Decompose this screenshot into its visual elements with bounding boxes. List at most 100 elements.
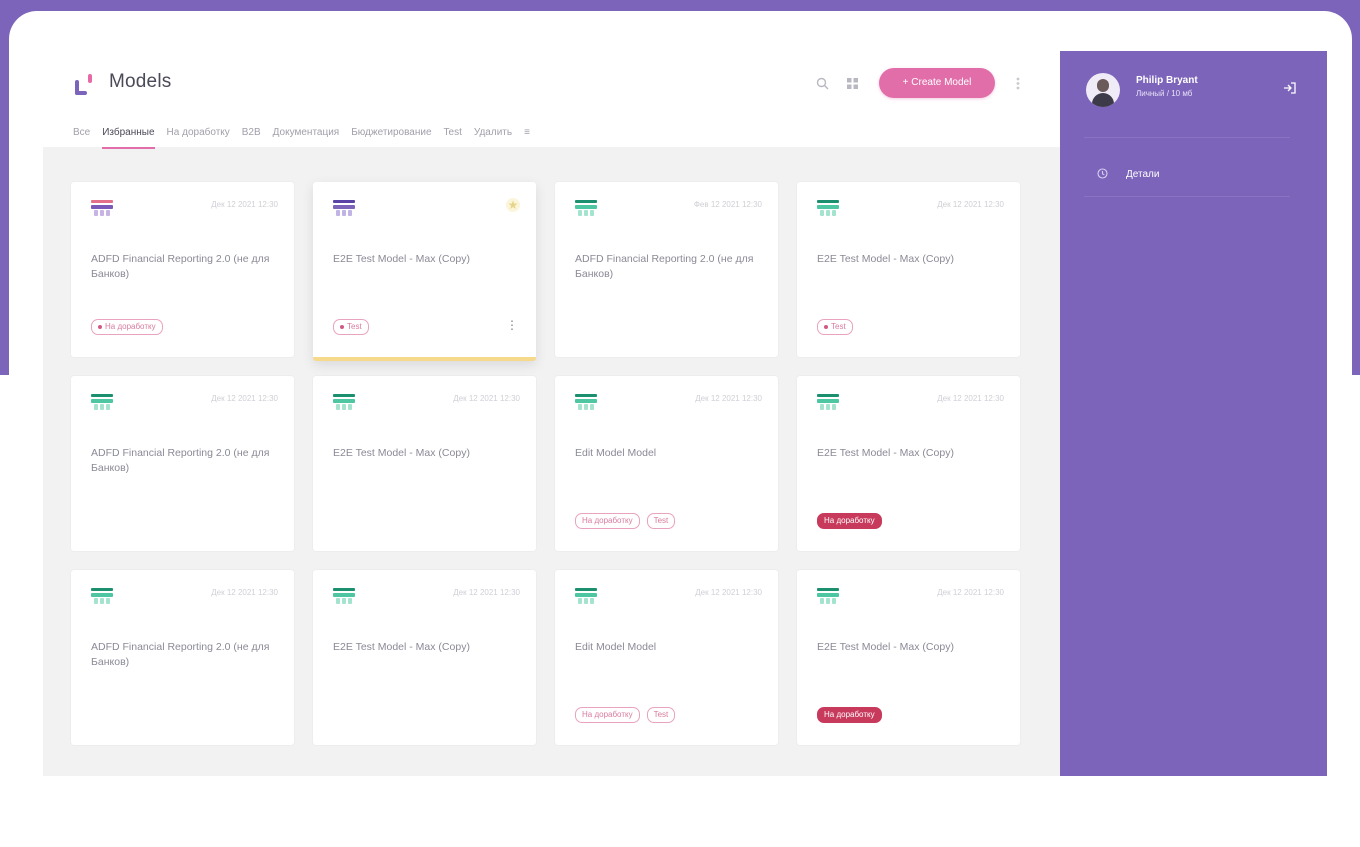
- card-date: Дек 12 2021 12:30: [453, 588, 520, 597]
- tag-badge[interactable]: Test: [817, 319, 853, 335]
- model-thumbnail-icon: [91, 588, 113, 604]
- model-card[interactable]: Дек 12 2021 12:30 ADFD Financial Reportin…: [71, 182, 294, 357]
- tag-label: На доработку: [824, 710, 875, 719]
- model-thumbnail-icon: [333, 588, 355, 604]
- card-title[interactable]: Edit Model Model: [575, 640, 760, 655]
- tab-docs[interactable]: Документация: [273, 123, 340, 143]
- card-date: Дек 12 2021 12:30: [695, 394, 762, 403]
- sidebar-item-label: Детали: [1126, 168, 1160, 180]
- model-card[interactable]: Дек 12 2021 12:30 Edit Model Model На дора…: [555, 570, 778, 745]
- card-date: Дек 12 2021 12:30: [695, 588, 762, 597]
- tab-b2b[interactable]: B2B: [242, 123, 261, 143]
- card-date: Дек 12 2021 12:30: [937, 394, 1004, 403]
- tab-rework[interactable]: На доработку: [167, 123, 230, 143]
- model-card[interactable]: Дек 12 2021 12:30 ADFD Financial Reportin…: [71, 376, 294, 551]
- model-thumbnail-icon: [817, 200, 839, 216]
- logo-icon: [73, 71, 95, 97]
- tab-delete[interactable]: Удалить: [474, 123, 512, 143]
- tag-label: На доработку: [582, 710, 633, 719]
- sidebar-divider: [1084, 137, 1290, 138]
- model-card[interactable]: Дек 12 2021 12:30 ADFD Financial Reportin…: [71, 570, 294, 745]
- create-model-button[interactable]: + Create Model: [879, 68, 995, 98]
- tag-label: Test: [653, 516, 669, 525]
- tag-badge[interactable]: На доработку: [91, 319, 163, 335]
- star-icon[interactable]: ★: [506, 198, 520, 212]
- tag-badge[interactable]: На доработку: [817, 707, 882, 723]
- tag-badge[interactable]: На доработку: [575, 707, 640, 723]
- card-date: Фев 12 2021 12:30: [693, 200, 762, 209]
- model-card[interactable]: Фев 12 2021 12:30 ADFD Financial Reportin…: [555, 182, 778, 357]
- card-title[interactable]: E2E Test Model - Max (Copy): [817, 640, 1002, 655]
- tag-label: Test: [653, 710, 669, 719]
- card-tags: Test: [333, 319, 369, 335]
- tag-badge[interactable]: Test: [646, 707, 676, 723]
- card-title[interactable]: E2E Test Model - Max (Copy): [817, 446, 1002, 461]
- model-thumbnail-icon: [817, 394, 839, 410]
- tag-label: На доработку: [105, 322, 156, 331]
- card-title[interactable]: ADFD Financial Reporting 2.0 (не для Бан…: [91, 446, 276, 476]
- model-thumbnail-icon: [575, 200, 597, 216]
- tag-dot-icon: [824, 324, 828, 329]
- card-title[interactable]: ADFD Financial Reporting 2.0 (не для Бан…: [91, 252, 276, 282]
- model-card[interactable]: Дек 12 2021 12:30 E2E Test Model - Max (C…: [797, 182, 1020, 357]
- tag-dot-icon: [340, 324, 344, 329]
- tab-budget[interactable]: Бюджетирование: [351, 123, 431, 143]
- model-thumbnail-icon: [817, 588, 839, 604]
- card-tags: На доработку: [817, 513, 882, 529]
- card-menu-icon[interactable]: ⋮: [506, 318, 518, 332]
- card-title[interactable]: E2E Test Model - Max (Copy): [817, 252, 1002, 267]
- right-sidebar: Philip Bryant Личный / 10 мб Детали: [1060, 51, 1327, 776]
- card-title[interactable]: E2E Test Model - Max (Copy): [333, 640, 518, 655]
- tabs-bar: Все Избранные На доработку B2B Документа…: [73, 123, 530, 149]
- card-date: Дек 12 2021 12:30: [211, 200, 278, 209]
- card-tags: На доработку: [91, 319, 163, 335]
- user-name: Philip Bryant: [1136, 75, 1198, 86]
- model-card[interactable]: Дек 12 2021 12:30 E2E Test Model - Max (C…: [797, 570, 1020, 745]
- model-thumbnail-icon: [333, 394, 355, 410]
- top-bar: Models + Create Model Все Избранные На д…: [43, 51, 1060, 149]
- model-thumbnail-icon: [91, 200, 113, 216]
- model-card[interactable]: Дек 12 2021 12:30 Edit Model Model На дора…: [555, 376, 778, 551]
- tag-badge[interactable]: На доработку: [575, 513, 640, 529]
- model-thumbnail-icon: [333, 200, 355, 216]
- tab-test[interactable]: Test: [444, 123, 462, 143]
- main-area: Models + Create Model Все Избранные На д…: [43, 51, 1060, 776]
- card-date: Дек 12 2021 12:30: [211, 394, 278, 403]
- logout-icon[interactable]: [1282, 81, 1298, 97]
- card-date: Дек 12 2021 12:30: [211, 588, 278, 597]
- card-title[interactable]: Edit Model Model: [575, 446, 760, 461]
- tag-badge[interactable]: На доработку: [817, 513, 882, 529]
- card-tags: Test: [817, 319, 853, 335]
- card-tags: На доработку: [817, 707, 882, 723]
- model-card[interactable]: Дек 12 2021 12:30 E2E Test Model - Max (C…: [797, 376, 1020, 551]
- page-title: Models: [109, 71, 172, 92]
- clock-icon: [1096, 168, 1108, 180]
- tab-favorites[interactable]: Избранные: [102, 123, 155, 149]
- card-date: Дек 12 2021 12:30: [937, 588, 1004, 597]
- tab-all[interactable]: Все: [73, 123, 90, 143]
- card-title[interactable]: E2E Test Model - Max (Copy): [333, 252, 518, 267]
- card-title[interactable]: E2E Test Model - Max (Copy): [333, 446, 518, 461]
- grid-icon[interactable]: [843, 77, 861, 95]
- avatar[interactable]: [1086, 73, 1120, 107]
- tag-badge[interactable]: Test: [333, 319, 369, 335]
- tag-badge[interactable]: Test: [646, 513, 676, 529]
- card-tags: На доработку Test: [575, 513, 676, 529]
- model-card[interactable]: ★ E2E Test Model - Max (Copy) Test ⋮: [313, 182, 536, 361]
- tabs-more-icon[interactable]: ≡: [524, 123, 530, 143]
- card-title[interactable]: ADFD Financial Reporting 2.0 (не для Бан…: [575, 252, 760, 282]
- card-tags: На доработку Test: [575, 707, 676, 723]
- tag-label: Test: [831, 322, 846, 331]
- model-card[interactable]: Дек 12 2021 12:30 E2E Test Model - Max (C…: [313, 570, 536, 745]
- sidebar-divider: [1084, 196, 1290, 197]
- tag-label: На доработку: [824, 516, 875, 525]
- user-subtitle: Личный / 10 мб: [1136, 89, 1193, 98]
- card-date: Дек 12 2021 12:30: [453, 394, 520, 403]
- model-card[interactable]: Дек 12 2021 12:30 E2E Test Model - Max (C…: [313, 376, 536, 551]
- card-title[interactable]: ADFD Financial Reporting 2.0 (не для Бан…: [91, 640, 276, 670]
- sidebar-item-details[interactable]: Детали: [1096, 168, 1159, 180]
- search-icon[interactable]: [813, 77, 831, 95]
- more-icon[interactable]: [1009, 77, 1027, 95]
- app-window: Models + Create Model Все Избранные На д…: [43, 51, 1327, 776]
- screenshot-frame: Models + Create Model Все Избранные На д…: [9, 11, 1352, 844]
